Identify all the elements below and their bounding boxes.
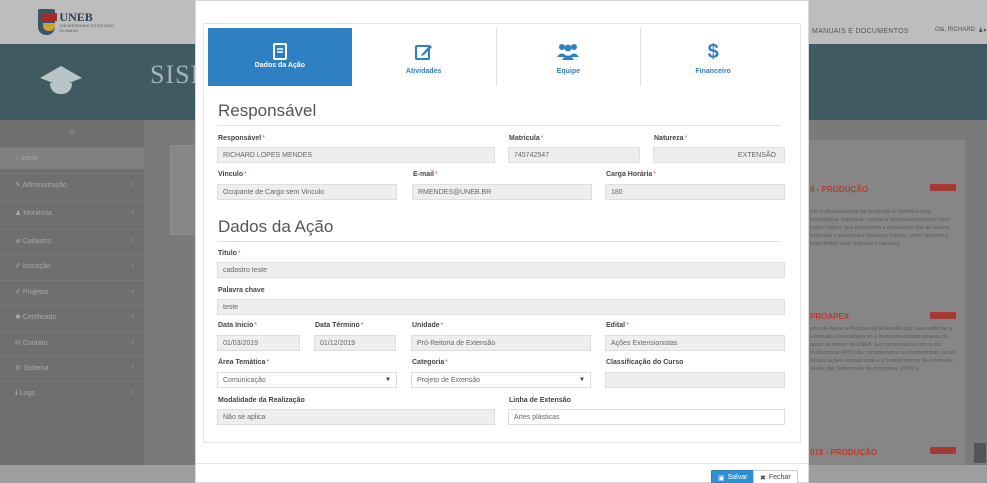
data-termino-field[interactable]: 01/12/2019 — [314, 335, 396, 351]
titulo-field[interactable]: cadastro teste — [217, 262, 785, 278]
status-badge — [930, 447, 956, 454]
edit-icon: ✐ — [15, 289, 23, 296]
section-title-dados-da-acao: Dados da Ação — [218, 217, 334, 236]
classificacao-label: Classificação do Curso — [606, 359, 684, 366]
section-divider — [218, 241, 781, 242]
sidebar-item-logs[interactable]: ℹ Logs ‹ — [0, 381, 144, 403]
titulo-label: Titulo* — [218, 250, 241, 257]
tab-equipe[interactable]: Equipe — [497, 28, 642, 86]
status-badge — [930, 184, 956, 191]
action-modal: Dados da Ação Atividades Equipe $ Financ… — [195, 0, 809, 483]
unidade-field[interactable]: Pró-Reitoria de Extensão — [411, 335, 591, 351]
data-inicio-label: Data Inicio* — [218, 322, 258, 329]
brand-name: UNEB — [59, 10, 93, 24]
user-greeting: Olá, RICHARD — [935, 27, 976, 33]
edital-field[interactable]: Ações Extensionistas — [605, 335, 785, 351]
email-label: E-mail* — [413, 171, 438, 178]
scroll-top-button[interactable] — [974, 443, 986, 463]
tab-label: Atividades — [405, 68, 442, 75]
data-inicio-field[interactable]: 01/03/2019 — [217, 335, 300, 351]
vinculo-label: Vinculo* — [218, 171, 247, 178]
classificacao-field[interactable] — [605, 372, 785, 388]
close-icon: ✖ — [760, 474, 766, 482]
close-label: Fechar — [768, 474, 791, 481]
responsavel-label: Responsável* — [218, 135, 265, 142]
gears-icon: ⚙ — [15, 365, 24, 372]
palavra-chave-label: Palavra chave — [218, 287, 265, 294]
sidebar-item-certificado[interactable]: ✹ Certificado ‹ — [0, 305, 144, 327]
tab-dados-da-acao[interactable]: Dados da Ação — [208, 28, 352, 86]
save-label: Salvar — [727, 474, 748, 481]
tab-label: Equipe — [556, 68, 581, 75]
sidebar-item-inicio[interactable]: ⌂ Início — [0, 147, 144, 169]
news-text: ama de Apoio a Projetos de Extensão que … — [810, 326, 956, 372]
tab-label: Financeiro — [695, 68, 731, 75]
responsavel-field[interactable]: RICHARD LOPES MENDES — [217, 147, 495, 163]
sidebar-item-administracao[interactable]: ✎ Administração ‹ — [0, 173, 144, 195]
dollar-icon: $ — [707, 40, 719, 63]
news-title[interactable]: 9 - PRODUÇÃO — [810, 185, 868, 194]
sidebar-item-cadastro[interactable]: ≣ Cadastro ‹ — [0, 229, 144, 251]
carga-horaria-field[interactable]: 180 — [605, 184, 785, 200]
palavra-chave-field[interactable]: teste — [217, 299, 785, 315]
pencil-square-icon — [352, 40, 496, 64]
natureza-label: Natureza* — [654, 135, 688, 142]
uneb-crest-icon — [38, 9, 58, 35]
unidade-label: Unidade* — [412, 322, 444, 329]
sidebar-item-projetos[interactable]: ✐ Projetos ‹ — [0, 280, 144, 302]
list-icon: ≣ — [15, 238, 23, 245]
categoria-value: Projeto de Extensão — [417, 377, 481, 384]
section-title-responsavel: Responsável — [218, 101, 317, 120]
tab-label: Dados da Ação — [254, 62, 306, 69]
caret-down-icon: ▼ — [385, 377, 391, 383]
modalidade-field[interactable]: Não se aplica — [217, 409, 495, 425]
sidebar-item-inscricao[interactable]: ✐ Inscrição ‹ — [0, 254, 144, 276]
area-tematica-select[interactable]: Comunicação ▼ — [217, 372, 397, 388]
brand-subtitle: UNIVERSIDADE DO ESTADO DA BAHIA — [59, 23, 114, 33]
caret-down-icon: ▼ — [579, 377, 585, 383]
linha-extensao-label: Linha de Extensão — [509, 397, 571, 404]
email-field[interactable]: RMENDES@UNEB.BR — [412, 184, 592, 200]
news-title[interactable]: PROAPEX — [810, 312, 849, 321]
matricula-label: Matricula* — [509, 135, 544, 142]
sidebar-toggle-icon[interactable]: ⊞ — [0, 128, 144, 140]
close-button[interactable]: ✖ Fechar — [753, 470, 798, 483]
certificate-icon: ✹ — [15, 314, 23, 321]
carga-horaria-label: Carga Horária* — [606, 171, 657, 178]
matricula-field[interactable]: 745742547 — [508, 147, 640, 163]
categoria-label: Categoria* — [412, 359, 449, 366]
uneb-logo[interactable]: UNEB UNIVERSIDADE DO ESTADO DA BAHIA — [38, 8, 118, 36]
modalidade-label: Modalidade da Realização — [218, 397, 305, 404]
natureza-field[interactable]: EXTENSÃO — [653, 147, 785, 163]
categoria-select[interactable]: Projeto de Extensão ▼ — [411, 372, 591, 388]
tab-financeiro[interactable]: $ Financeiro — [641, 28, 785, 86]
graduation-cap-icon — [40, 66, 82, 96]
save-button[interactable]: ▣ Salvar — [711, 470, 755, 483]
data-termino-label: Data Término* — [315, 322, 364, 329]
users-icon: ♟ — [15, 210, 24, 217]
news-title[interactable]: 018 - PRODUÇÃO — [810, 448, 877, 457]
floppy-icon: ▣ — [718, 474, 725, 482]
area-tematica-label: Área Temática* — [218, 359, 270, 366]
sidebar-item-sistema[interactable]: ⚙ Sistema ‹ — [0, 356, 144, 378]
book-icon — [208, 42, 352, 62]
tab-atividades[interactable]: Atividades — [352, 28, 497, 86]
user-icon: ♟▾ — [978, 28, 987, 34]
users-icon — [497, 40, 641, 64]
wizard-steps: Dados da Ação Atividades Equipe $ Financ… — [208, 28, 785, 86]
user-menu[interactable]: Olá, RICHARD ♟▾ — [935, 27, 986, 34]
edit-icon: ✐ — [15, 263, 23, 270]
section-divider — [218, 125, 781, 126]
linha-extensao-field[interactable]: Artes plásticas — [508, 409, 785, 425]
top-menu-manuals[interactable]: MANUAIS E DOCUMENTOS — [812, 28, 909, 35]
vinculo-field[interactable]: Ocupante de Cargo sem Vinculo — [217, 184, 397, 200]
status-badge — [930, 312, 956, 319]
sidebar-item-monitoria[interactable]: ♟ Monitoria ‹ — [0, 201, 144, 223]
news-text: ção e disseminação da produção a científ… — [810, 209, 951, 247]
edital-label: Edital* — [606, 322, 629, 329]
envelope-icon: ✉ — [15, 340, 23, 347]
sidebar-item-contato[interactable]: ✉ Contato ‹ — [0, 331, 144, 353]
area-tematica-value: Comunicação — [223, 377, 266, 384]
